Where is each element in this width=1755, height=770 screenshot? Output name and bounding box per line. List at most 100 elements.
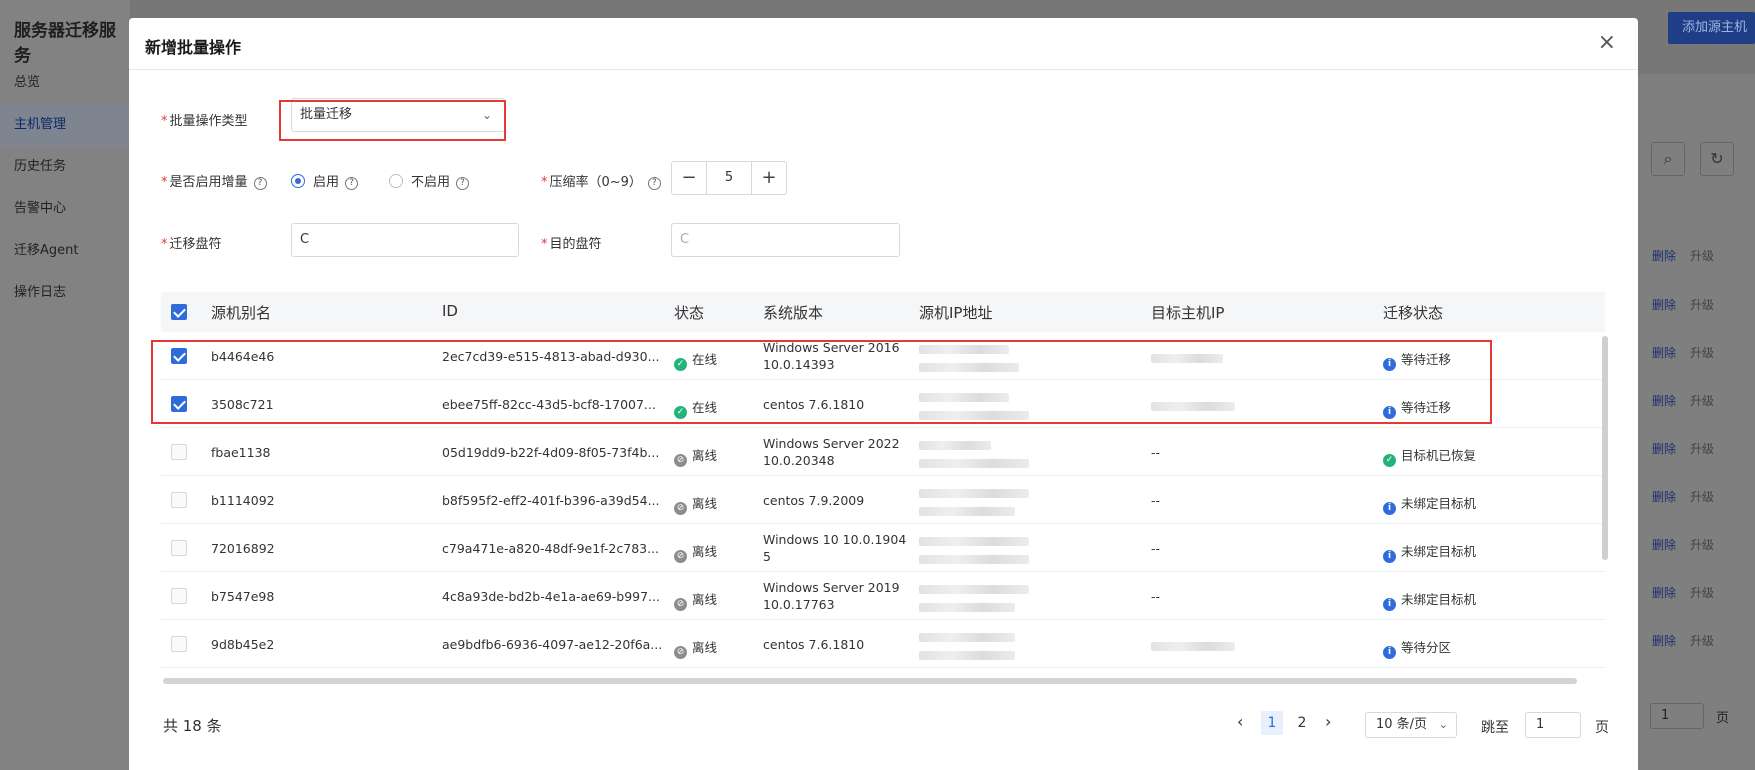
table-header: 源机别名 ID 状态 系统版本 源机IP地址 目标主机IP 迁移状态 [161, 292, 1605, 332]
compression-value[interactable]: 5 [706, 162, 752, 194]
col-os: 系统版本 [763, 304, 824, 322]
row-os: centos 7.9.2009 [763, 493, 865, 508]
row-checkbox[interactable] [171, 588, 187, 604]
chevron-down-icon: ⌄ [1438, 718, 1448, 731]
table-row[interactable]: b7547e98 4c8a93de-bd2b-4e1a-ae69-b997...… [161, 572, 1605, 620]
upgrade-link[interactable]: 升级 [1690, 490, 1714, 504]
info-icon: i [1383, 502, 1396, 515]
page-size-select[interactable]: 10 条/页 ⌄ [1365, 712, 1457, 738]
row-checkbox[interactable] [171, 636, 187, 652]
page-size-value: 10 条/页 [1376, 717, 1428, 732]
upgrade-link[interactable]: 升级 [1690, 634, 1714, 648]
delete-link[interactable]: 删除 [1652, 538, 1676, 552]
row-id: b8f595f2-eff2-401f-b396-a39d54... [442, 493, 660, 508]
row-checkbox[interactable] [171, 444, 187, 460]
row-source-ip-redacted [919, 582, 1029, 615]
batch-type-label: * 批量操作类型 [161, 114, 248, 129]
upgrade-link[interactable]: 升级 [1690, 538, 1714, 552]
prev-page-icon[interactable]: ‹ [1237, 712, 1243, 731]
row-checkbox[interactable] [171, 492, 187, 508]
info-icon: i [1383, 646, 1396, 659]
col-migration-status: 迁移状态 [1383, 304, 1444, 322]
target-drive-input[interactable]: C [671, 223, 900, 257]
page-1[interactable]: 1 [1261, 711, 1283, 735]
modal-header: 新增批量操作 × [129, 18, 1638, 70]
source-drive-label: * 迁移盘符 [161, 237, 222, 252]
radio-dot[interactable] [389, 174, 403, 188]
col-target-ip: 目标主机IP [1151, 304, 1225, 322]
next-page-icon[interactable]: › [1325, 712, 1331, 731]
upgrade-link[interactable]: 升级 [1690, 298, 1714, 312]
vertical-scrollbar[interactable] [1602, 336, 1608, 560]
row-os: centos 7.6.1810 [763, 637, 865, 652]
search-icon[interactable]: ⌕ [1651, 142, 1685, 176]
row-id: 4c8a93de-bd2b-4e1a-ae69-b997... [442, 589, 660, 604]
nav-item-history-tasks[interactable]: 历史任务 [0, 146, 130, 188]
bg-page-input[interactable]: 1 [1650, 703, 1704, 729]
delete-link[interactable]: 删除 [1652, 634, 1676, 648]
radio-dot-selected[interactable] [291, 174, 305, 188]
row-checkbox[interactable] [171, 540, 187, 556]
delete-link[interactable]: 删除 [1652, 490, 1676, 504]
highlight-box-selected-rows [151, 340, 1492, 424]
source-drive-input[interactable]: C [291, 223, 519, 257]
row-alias: fbae1138 [211, 445, 271, 460]
col-alias: 源机别名 [211, 304, 272, 322]
jump-label: 跳至 [1481, 720, 1509, 736]
offline-icon: ⊘ [674, 502, 687, 515]
check-icon: ✓ [1383, 454, 1396, 467]
row-migration-status: i 未绑定目标机 [1383, 541, 1476, 563]
total-count: 共 18 条 [163, 717, 222, 735]
upgrade-link[interactable]: 升级 [1690, 249, 1714, 263]
close-icon[interactable]: × [1598, 30, 1616, 55]
delete-link[interactable]: 删除 [1652, 298, 1676, 312]
info-icon: i [1383, 598, 1396, 611]
row-target-ip: -- [1151, 589, 1161, 604]
offline-icon: ⊘ [674, 646, 687, 659]
row-id: 05d19dd9-b22f-4d09-8f05-73f4b... [442, 445, 660, 460]
radio-enable[interactable]: 启用? [291, 171, 359, 190]
nav-item-overview[interactable]: 总览 [0, 62, 130, 104]
batch-operation-modal: 新增批量操作 × * 批量操作类型 批量迁移 ⌄ * 是否启用增量? 启用? 不启用… [129, 18, 1638, 770]
modal-title: 新增批量操作 [145, 38, 242, 57]
row-migration-status: i 等待分区 [1383, 637, 1451, 659]
delete-link[interactable]: 删除 [1652, 346, 1676, 360]
delete-link[interactable]: 删除 [1652, 442, 1676, 456]
horizontal-scrollbar[interactable] [163, 678, 1577, 684]
col-source-ip: 源机IP地址 [919, 304, 993, 322]
bg-row-ops: 删除 升级 [1652, 296, 1714, 313]
jump-page-input[interactable]: 1 [1525, 712, 1581, 738]
nav-item-host-management[interactable]: 主机管理 [0, 104, 130, 146]
bg-row-ops: 删除 升级 [1652, 392, 1714, 409]
table-row[interactable]: b1114092 b8f595f2-eff2-401f-b396-a39d54.… [161, 476, 1605, 524]
delete-link[interactable]: 删除 [1652, 586, 1676, 600]
row-target-ip: -- [1151, 541, 1161, 556]
row-id: ae9bdfb6-6936-4097-ae12-20f6a... [442, 637, 663, 652]
bg-row-ops: 删除 升级 [1652, 632, 1714, 649]
delete-link[interactable]: 删除 [1652, 394, 1676, 408]
upgrade-link[interactable]: 升级 [1690, 346, 1714, 360]
delete-link[interactable]: 删除 [1652, 249, 1676, 263]
radio-disable[interactable]: 不启用? [389, 171, 470, 190]
table-row[interactable]: 9d8b45e2 ae9bdfb6-6936-4097-ae12-20f6a..… [161, 620, 1605, 668]
nav-item-migration-agent[interactable]: 迁移Agent [0, 230, 130, 272]
row-target-ip-redacted [1151, 639, 1235, 654]
nav-item-operation-log[interactable]: 操作日志 [0, 272, 130, 314]
refresh-icon[interactable]: ↻ [1700, 142, 1734, 176]
table-row[interactable]: 72016892 c79a471e-a820-48df-9e1f-2c783..… [161, 524, 1605, 572]
highlight-box-select [279, 100, 506, 141]
upgrade-link[interactable]: 升级 [1690, 586, 1714, 600]
decrement-button[interactable]: − [672, 162, 706, 194]
add-source-host-button[interactable]: 添加源主机 [1668, 12, 1755, 44]
bg-row-ops: 删除 升级 [1652, 536, 1714, 553]
nav-item-alert-center[interactable]: 告警中心 [0, 188, 130, 230]
select-all-checkbox[interactable] [171, 304, 187, 320]
upgrade-link[interactable]: 升级 [1690, 394, 1714, 408]
table-row[interactable]: fbae1138 05d19dd9-b22f-4d09-8f05-73f4b..… [161, 428, 1605, 476]
increment-button[interactable]: + [752, 162, 786, 194]
row-source-ip-redacted [919, 438, 1029, 471]
upgrade-link[interactable]: 升级 [1690, 442, 1714, 456]
bg-row-ops: 删除 升级 [1652, 584, 1714, 601]
help-icon: ? [253, 177, 267, 190]
page-2[interactable]: 2 [1291, 711, 1313, 735]
